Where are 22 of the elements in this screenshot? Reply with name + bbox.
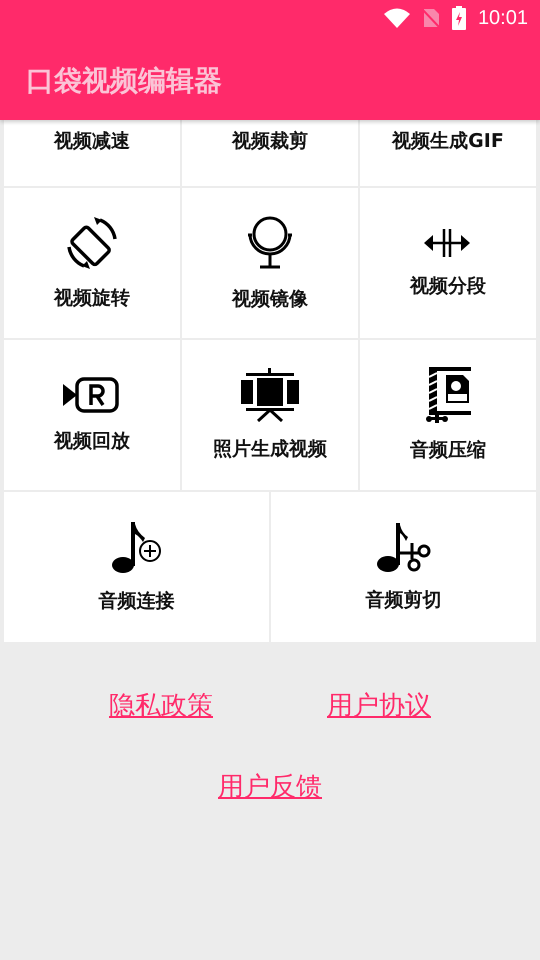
tool-button[interactable]: 视频回放 (4, 340, 180, 490)
status-time: 10:01 (478, 6, 528, 30)
projector-screen-icon (241, 368, 299, 422)
tool-button[interactable]: 视频生成GIF (360, 120, 536, 186)
tool-button[interactable]: 音频剪切 (271, 492, 536, 642)
tool-button[interactable]: 视频分段 (360, 188, 536, 338)
tool-button[interactable]: 音频压缩 (360, 340, 536, 490)
wifi-icon (384, 8, 410, 28)
tool-button[interactable]: 音频连接 (4, 492, 269, 642)
tool-button[interactable]: 视频镜像 (182, 188, 358, 338)
app-title: 口袋视频编辑器 (25, 63, 223, 99)
music-note-scissors-icon (376, 521, 432, 573)
no-sim-icon (422, 7, 440, 29)
tool-button[interactable]: 视频旋转 (4, 188, 180, 338)
music-note-plus-icon (110, 520, 162, 574)
battery-charging-icon (452, 6, 466, 30)
tool-button[interactable]: 照片生成视频 (182, 340, 358, 490)
clamp-file-icon (425, 367, 471, 423)
tool-button[interactable]: 视频裁剪 (182, 120, 358, 186)
split-arrows-icon (424, 227, 472, 259)
replay-camera-icon (63, 376, 121, 414)
tool-button[interactable]: 视频减速 (4, 120, 180, 186)
